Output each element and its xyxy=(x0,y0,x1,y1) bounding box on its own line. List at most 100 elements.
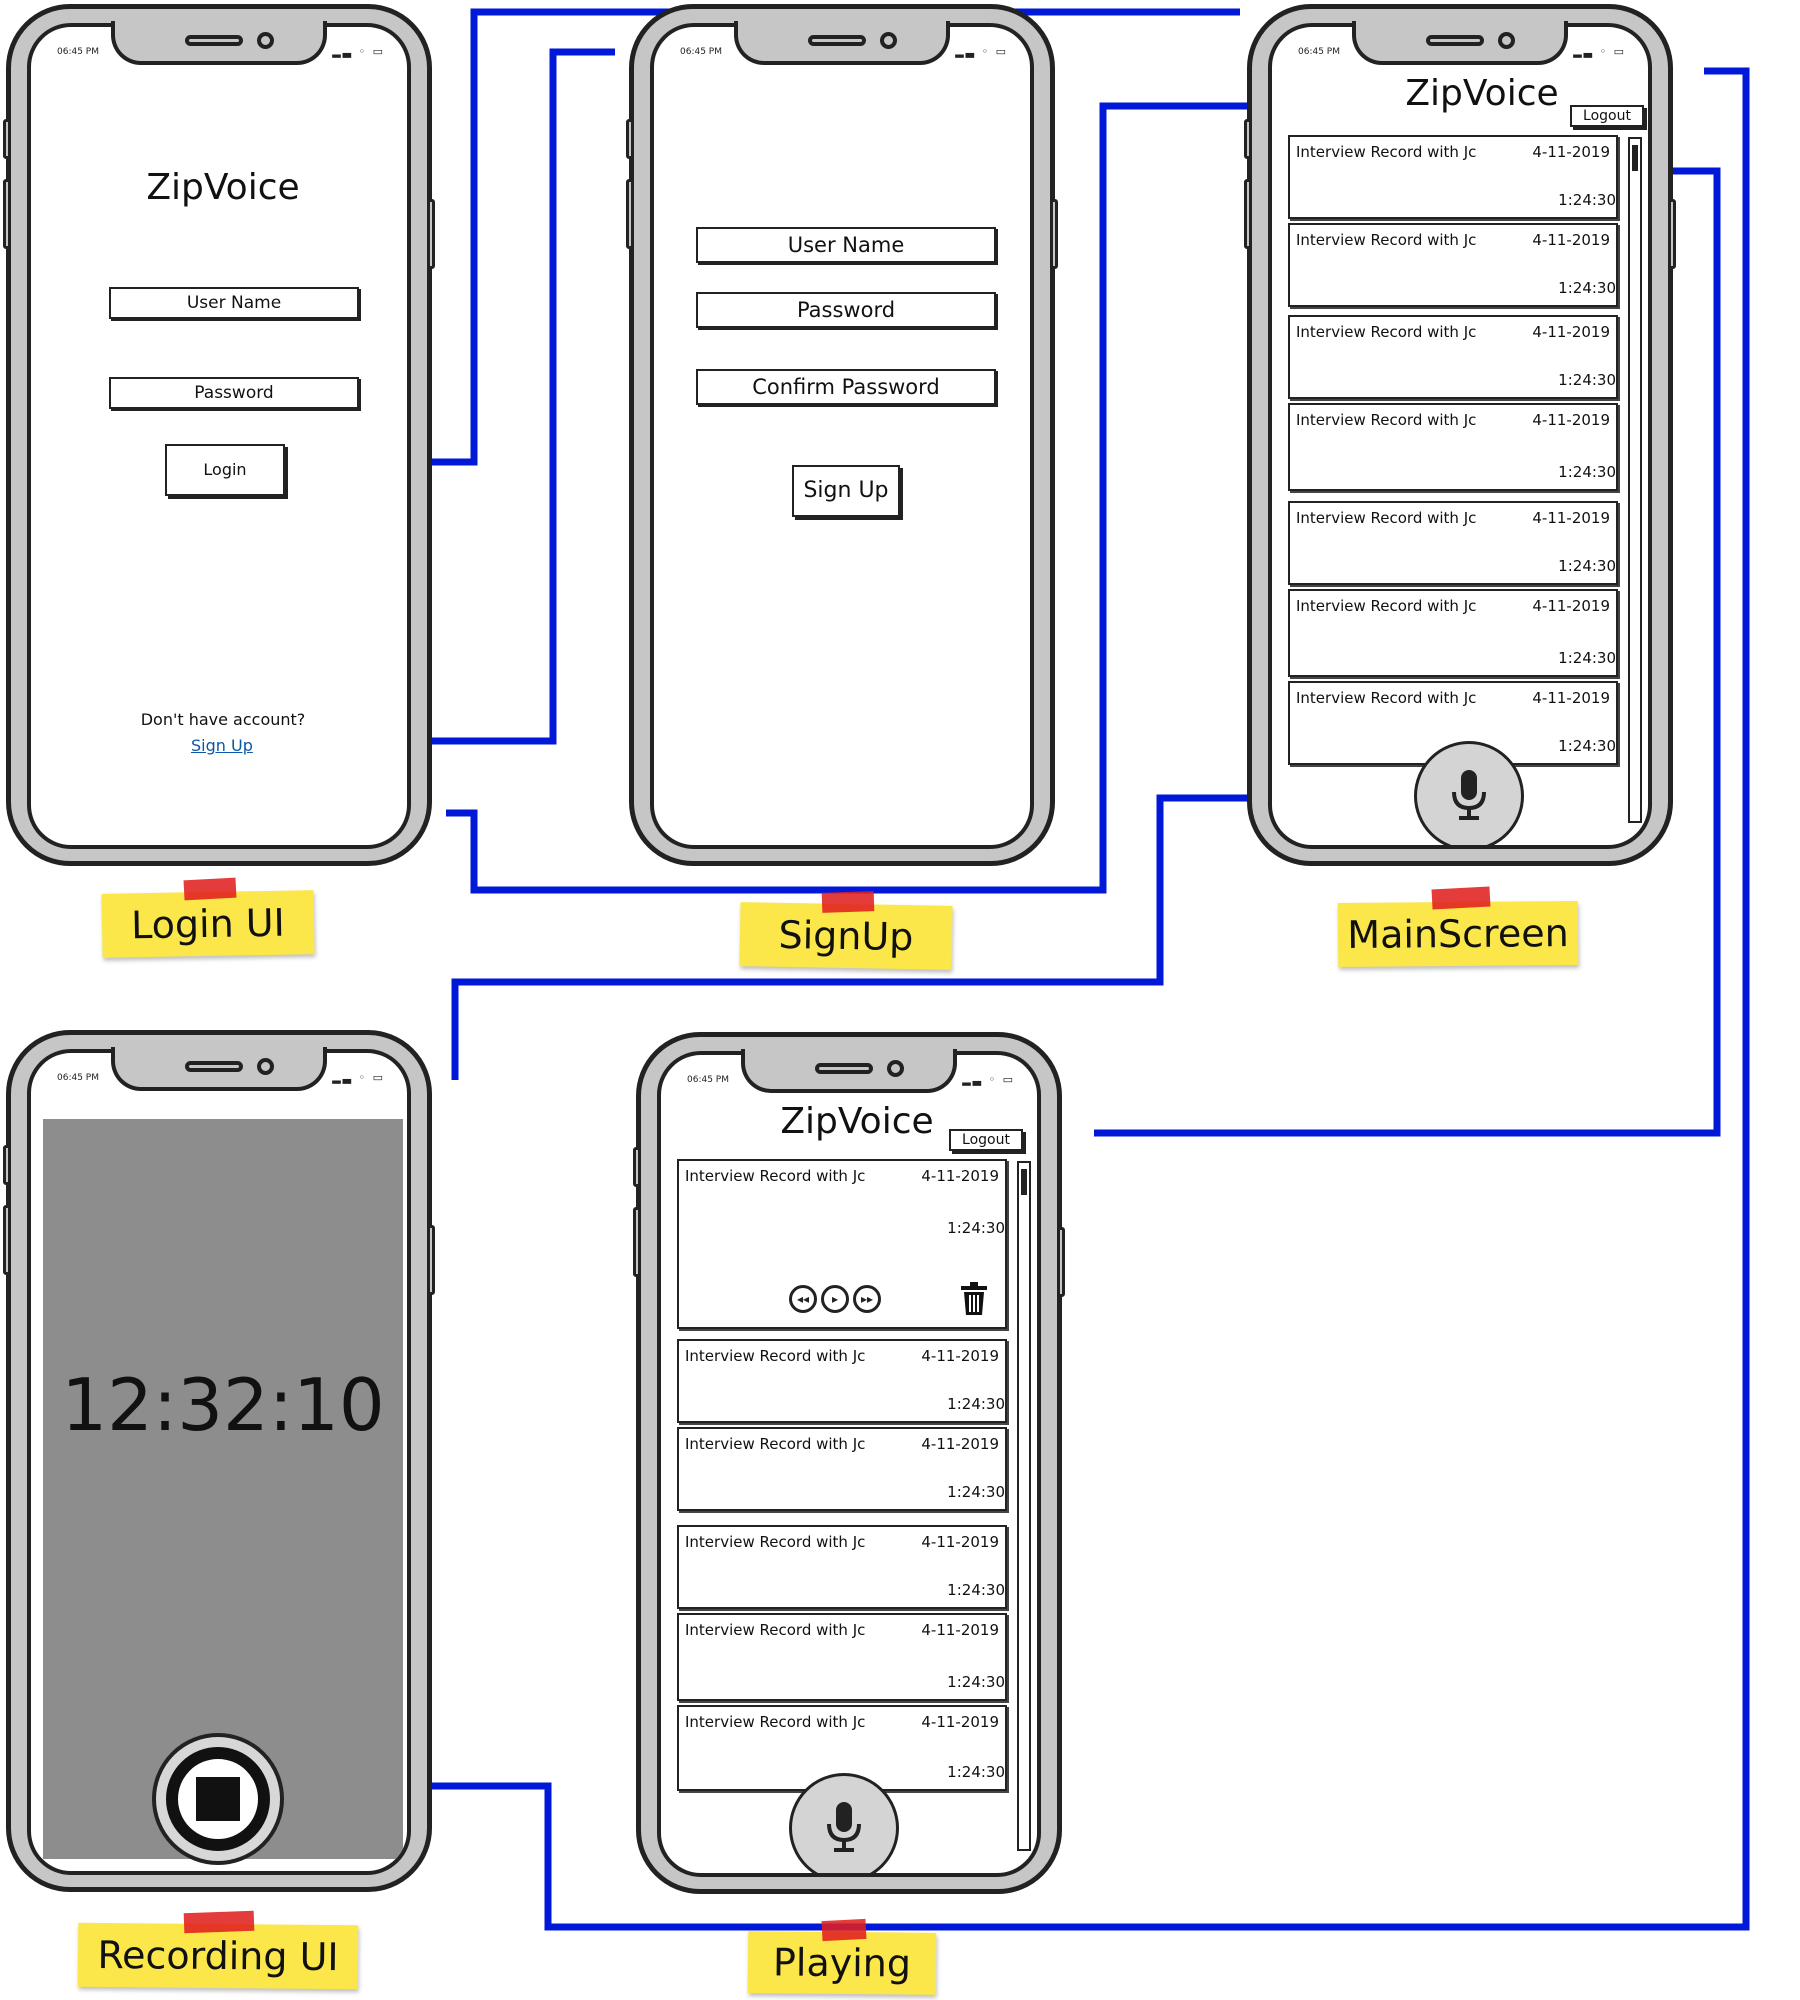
record-item[interactable]: Interview Record with Jc 4-11-2019 1:24:30 xyxy=(1288,501,1618,585)
wireframe-canvas: 06:45 PM ▂▃ ◦ ▭ ZipVoice User Name Passw… xyxy=(0,0,1800,2000)
side-button xyxy=(1244,179,1252,249)
scrollbar-thumb[interactable] xyxy=(1632,145,1638,171)
record-item[interactable]: Interview Record with Jc 4-11-2019 1:24:30 xyxy=(1288,403,1618,491)
record-duration: 1:24:30 xyxy=(1558,737,1616,755)
password-field[interactable]: Password xyxy=(696,292,996,328)
status-icons: ▂▃ ◦ ▭ xyxy=(332,1071,385,1084)
microphone-icon xyxy=(827,1802,861,1852)
record-title: Interview Record with Jc xyxy=(1296,597,1477,615)
record-title: Interview Record with Jc xyxy=(685,1435,866,1453)
record-date: 4-11-2019 xyxy=(1532,143,1610,161)
screen-playing: 06:45 PM ▂▃ ◦ ▭ ZipVoice Logout Intervie… xyxy=(657,1051,1041,1877)
app-title: ZipVoice xyxy=(1405,73,1559,114)
no-account-text: Don't have account? xyxy=(140,710,306,729)
app-title: ZipVoice xyxy=(146,167,300,208)
status-time: 06:45 PM xyxy=(1298,47,1340,57)
login-button[interactable]: Login xyxy=(165,444,285,496)
record-item[interactable]: Interview Record with Jc 4-11-2019 1:24:30… xyxy=(677,1159,1007,1329)
screen-main: 06:45 PM ▂▃ ◦ ▭ ZipVoice Logout Intervie… xyxy=(1268,23,1652,849)
logout-button[interactable]: Logout xyxy=(1570,105,1644,127)
status-time: 06:45 PM xyxy=(680,47,722,57)
side-button xyxy=(3,1145,11,1185)
notch xyxy=(734,21,950,65)
microphone-icon xyxy=(1452,770,1486,820)
record-duration: 1:24:30 xyxy=(1558,191,1616,209)
camera-icon xyxy=(257,32,274,49)
phone-signup: 06:45 PM ▂▃ ◦ ▭ User Name Password Confi… xyxy=(626,4,1058,866)
record-title: Interview Record with Jc xyxy=(685,1713,866,1731)
tape-strip xyxy=(821,1918,867,1942)
record-button[interactable] xyxy=(1414,741,1524,845)
side-button xyxy=(427,1225,435,1295)
tape-strip xyxy=(183,877,237,901)
record-duration: 1:24:30 xyxy=(947,1219,1005,1237)
scrollbar[interactable] xyxy=(1017,1161,1031,1851)
record-item[interactable]: Interview Record with Jc 4-11-2019 1:24:30 xyxy=(1288,223,1618,307)
username-field[interactable]: User Name xyxy=(696,227,996,263)
record-date: 4-11-2019 xyxy=(921,1533,999,1551)
label-mainscreen: MainScreen xyxy=(1337,900,1579,968)
record-date: 4-11-2019 xyxy=(921,1435,999,1453)
record-duration: 1:24:30 xyxy=(1558,557,1616,575)
record-date: 4-11-2019 xyxy=(921,1621,999,1639)
notch xyxy=(111,21,327,65)
status-icons: ▂▃ ◦ ▭ xyxy=(1573,45,1626,58)
record-item[interactable]: Interview Record with Jc 4-11-2019 1:24:30 xyxy=(677,1339,1007,1423)
record-date: 4-11-2019 xyxy=(1532,231,1610,249)
record-duration: 1:24:30 xyxy=(1558,371,1616,389)
side-button xyxy=(3,1205,11,1275)
record-button[interactable] xyxy=(789,1773,899,1873)
record-item[interactable]: Interview Record with Jc 4-11-2019 1:24:30 xyxy=(677,1427,1007,1511)
notch xyxy=(1352,21,1568,65)
stop-button[interactable] xyxy=(152,1733,284,1865)
record-title: Interview Record with Jc xyxy=(685,1167,866,1185)
rewind-icon[interactable]: ◂◂ xyxy=(789,1285,817,1313)
record-duration: 1:24:30 xyxy=(1558,649,1616,667)
scrollbar-thumb[interactable] xyxy=(1021,1169,1027,1195)
tape-strip xyxy=(1431,886,1491,910)
side-button xyxy=(427,199,435,269)
record-item[interactable]: Interview Record with Jc 4-11-2019 1:24:30 xyxy=(1288,589,1618,677)
side-button xyxy=(633,1147,641,1187)
scrollbar[interactable] xyxy=(1628,137,1642,823)
record-title: Interview Record with Jc xyxy=(1296,231,1477,249)
record-date: 4-11-2019 xyxy=(921,1167,999,1185)
side-button xyxy=(633,1207,641,1277)
record-item[interactable]: Interview Record with Jc 4-11-2019 1:24:30 xyxy=(1288,315,1618,399)
screen-login: 06:45 PM ▂▃ ◦ ▭ ZipVoice User Name Passw… xyxy=(27,23,411,849)
signup-link[interactable]: Sign Up xyxy=(191,736,253,755)
phone-login: 06:45 PM ▂▃ ◦ ▭ ZipVoice User Name Passw… xyxy=(3,4,435,866)
record-item[interactable]: Interview Record with Jc 4-11-2019 1:24:30 xyxy=(677,1613,1007,1701)
camera-icon xyxy=(257,1058,274,1075)
status-icons: ▂▃ ◦ ▭ xyxy=(955,45,1008,58)
record-duration: 1:24:30 xyxy=(1558,279,1616,297)
record-duration: 1:24:30 xyxy=(947,1673,1005,1691)
camera-icon xyxy=(1498,32,1515,49)
tape-strip xyxy=(183,1910,255,1934)
logout-button[interactable]: Logout xyxy=(949,1129,1023,1151)
play-icon[interactable]: ▸ xyxy=(821,1285,849,1313)
record-title: Interview Record with Jc xyxy=(1296,143,1477,161)
side-button xyxy=(3,179,11,249)
record-title: Interview Record with Jc xyxy=(685,1621,866,1639)
record-title: Interview Record with Jc xyxy=(1296,323,1477,341)
fast-forward-icon[interactable]: ▸▸ xyxy=(853,1285,881,1313)
confirm-password-field[interactable]: Confirm Password xyxy=(696,369,996,405)
notch xyxy=(111,1047,327,1091)
speaker-grille xyxy=(808,35,866,46)
username-field[interactable]: User Name xyxy=(109,287,359,319)
record-title: Interview Record with Jc xyxy=(1296,689,1477,707)
password-field[interactable]: Password xyxy=(109,377,359,409)
phone-main: 06:45 PM ▂▃ ◦ ▭ ZipVoice Logout Intervie… xyxy=(1244,4,1676,866)
camera-icon xyxy=(887,1060,904,1077)
record-item[interactable]: Interview Record with Jc 4-11-2019 1:24:30 xyxy=(1288,135,1618,219)
trash-icon[interactable] xyxy=(959,1281,989,1317)
label-login-ui: Login UI xyxy=(101,890,315,958)
side-button xyxy=(626,119,634,159)
side-button xyxy=(1244,119,1252,159)
record-duration: 1:24:30 xyxy=(947,1395,1005,1413)
tape-strip xyxy=(821,891,875,913)
record-list: Interview Record with Jc 4-11-2019 1:24:30… xyxy=(677,1159,1013,1869)
signup-button[interactable]: Sign Up xyxy=(792,465,900,517)
record-item[interactable]: Interview Record with Jc 4-11-2019 1:24:30 xyxy=(677,1525,1007,1609)
